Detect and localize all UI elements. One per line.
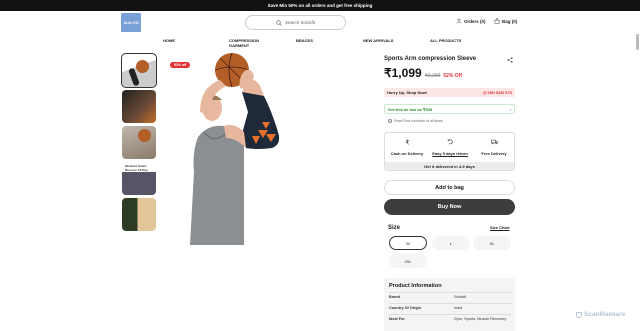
thumbnail-4[interactable]: Workout Smart Recover All Day: [122, 162, 156, 195]
info-row-ideal-for: Ideal For Gym, Sports, Muscle Recovery: [389, 314, 511, 328]
rupee-icon: ₹: [405, 139, 409, 145]
truck-icon: [490, 139, 498, 145]
hurry-banner: Hurry Up, Shop Now! ◷ 00H 52M 07S: [384, 88, 515, 97]
add-to-bag-button[interactable]: Add to bag: [384, 180, 515, 195]
thumbnail-1[interactable]: [121, 53, 157, 88]
user-icon: [456, 18, 462, 24]
search-placeholder: Search Snickfit: [284, 20, 315, 25]
info-key: Country Of Origin: [389, 306, 422, 310]
promo-banner: Save Min 50% on all orders and get free …: [0, 0, 640, 11]
thumb-ball-image: [136, 60, 149, 73]
bag-label: Bag (0): [502, 18, 518, 24]
feature-return[interactable]: Easy 5 days return: [430, 138, 470, 156]
discount-badge: 52% off: [170, 62, 191, 68]
feature-free-delivery-label: Free Delivery: [481, 151, 507, 156]
product-title: Sports Arm compression Sleeve: [384, 56, 477, 62]
product-photo: [190, 52, 280, 245]
bag-icon: [494, 18, 500, 24]
main-nav: HOME COMPRESSION GARMENT BRACES NEW ARRI…: [0, 36, 640, 48]
size-option-2xl[interactable]: 2XL: [389, 254, 427, 268]
orders-link[interactable]: Orders (0): [456, 18, 486, 24]
product-information-title: Product Information: [389, 283, 442, 289]
countdown-timer: ◷ 00H 52M 07S: [482, 90, 512, 95]
thumbnail-3[interactable]: [122, 126, 156, 159]
deal-offer[interactable]: Get this as low as ₹935 ›: [384, 104, 515, 114]
nav-compression-garment[interactable]: COMPRESSION GARMENT: [229, 38, 263, 48]
delivery-estimate: Get it delivered in 4-9 days: [385, 162, 514, 170]
info-key: Ideal For: [389, 317, 405, 321]
info-value: Snickfit: [454, 295, 467, 299]
info-icon: [388, 119, 392, 123]
buy-now-button[interactable]: Buy Now: [384, 199, 515, 215]
feature-cod-label: Cash on Delivery: [390, 151, 424, 156]
info-row-brand: Brand Snickfit: [389, 292, 511, 303]
thumbnail-caption: Workout Smart Recover All Day: [125, 164, 148, 172]
nav-new-arrivals[interactable]: NEW ARRIVALS: [363, 38, 393, 43]
bag-link[interactable]: Bag (0): [494, 18, 517, 24]
product-information: Product Information Brand Snickfit Count…: [384, 278, 515, 331]
hurry-text: Hurry Up, Shop Now!: [387, 90, 428, 95]
deal-text: Get this as low as ₹935: [388, 106, 433, 112]
share-icon: [507, 57, 513, 63]
thumbnail-list: Workout Smart Recover All Day: [121, 53, 157, 234]
size-chart-link[interactable]: Size Chart: [490, 225, 510, 230]
main-product-image[interactable]: [160, 52, 320, 245]
size-option-l[interactable]: L: [432, 236, 470, 250]
nav-braces[interactable]: BRACES: [296, 38, 313, 43]
shield-icon: [576, 311, 582, 318]
nav-all-products[interactable]: ALL PRODUCTS: [430, 38, 461, 43]
search-input[interactable]: Search Snickfit: [245, 15, 346, 30]
thumbnail-5[interactable]: [122, 198, 156, 231]
feature-cod: ₹ Cash on Delivery: [387, 138, 427, 156]
mrp-price: ₹2,299: [424, 73, 441, 79]
scrollbar[interactable]: [636, 34, 639, 50]
size-option-xl[interactable]: XL: [473, 236, 511, 250]
feature-return-label: Easy 5 days return: [432, 151, 468, 156]
tax-note: Final Price Inclusive of all taxes: [388, 119, 443, 123]
svg-text:₹: ₹: [405, 139, 409, 145]
logo[interactable]: Snic Kit: [121, 13, 141, 32]
header: Snic Kit Search Snickfit Orders (0) Bag …: [0, 11, 640, 33]
feature-free-delivery: Free Delivery: [474, 138, 514, 156]
info-value: Gym, Sports, Muscle Recovery: [454, 317, 507, 321]
chevron-right-icon: ›: [509, 106, 511, 112]
features-box: ₹ Cash on Delivery Easy 5 days return Fr…: [384, 132, 515, 171]
sale-price: ₹1,099: [384, 66, 422, 80]
thumbnail-2[interactable]: [122, 90, 156, 123]
price-row: ₹1,099 ₹2,299 52% Off: [384, 66, 462, 80]
info-row-country: Country Of Origin India: [389, 303, 511, 314]
info-value: India: [454, 306, 463, 310]
discount-percent: 52% Off: [443, 73, 462, 79]
tax-text: Final Price Inclusive of all taxes: [394, 119, 443, 123]
watermark-text: ScanMalware: [584, 311, 626, 318]
orders-label: Orders (0): [464, 18, 486, 24]
search-icon: [276, 19, 282, 26]
watermark: ScanMalware: [576, 311, 625, 318]
size-label: Size: [388, 225, 401, 231]
size-option-m[interactable]: M: [389, 236, 427, 250]
share-button[interactable]: [506, 56, 514, 64]
return-icon: [446, 139, 453, 145]
info-key: Brand: [389, 295, 400, 299]
nav-home[interactable]: HOME: [163, 38, 175, 43]
thumb-ball-image: [138, 129, 151, 142]
